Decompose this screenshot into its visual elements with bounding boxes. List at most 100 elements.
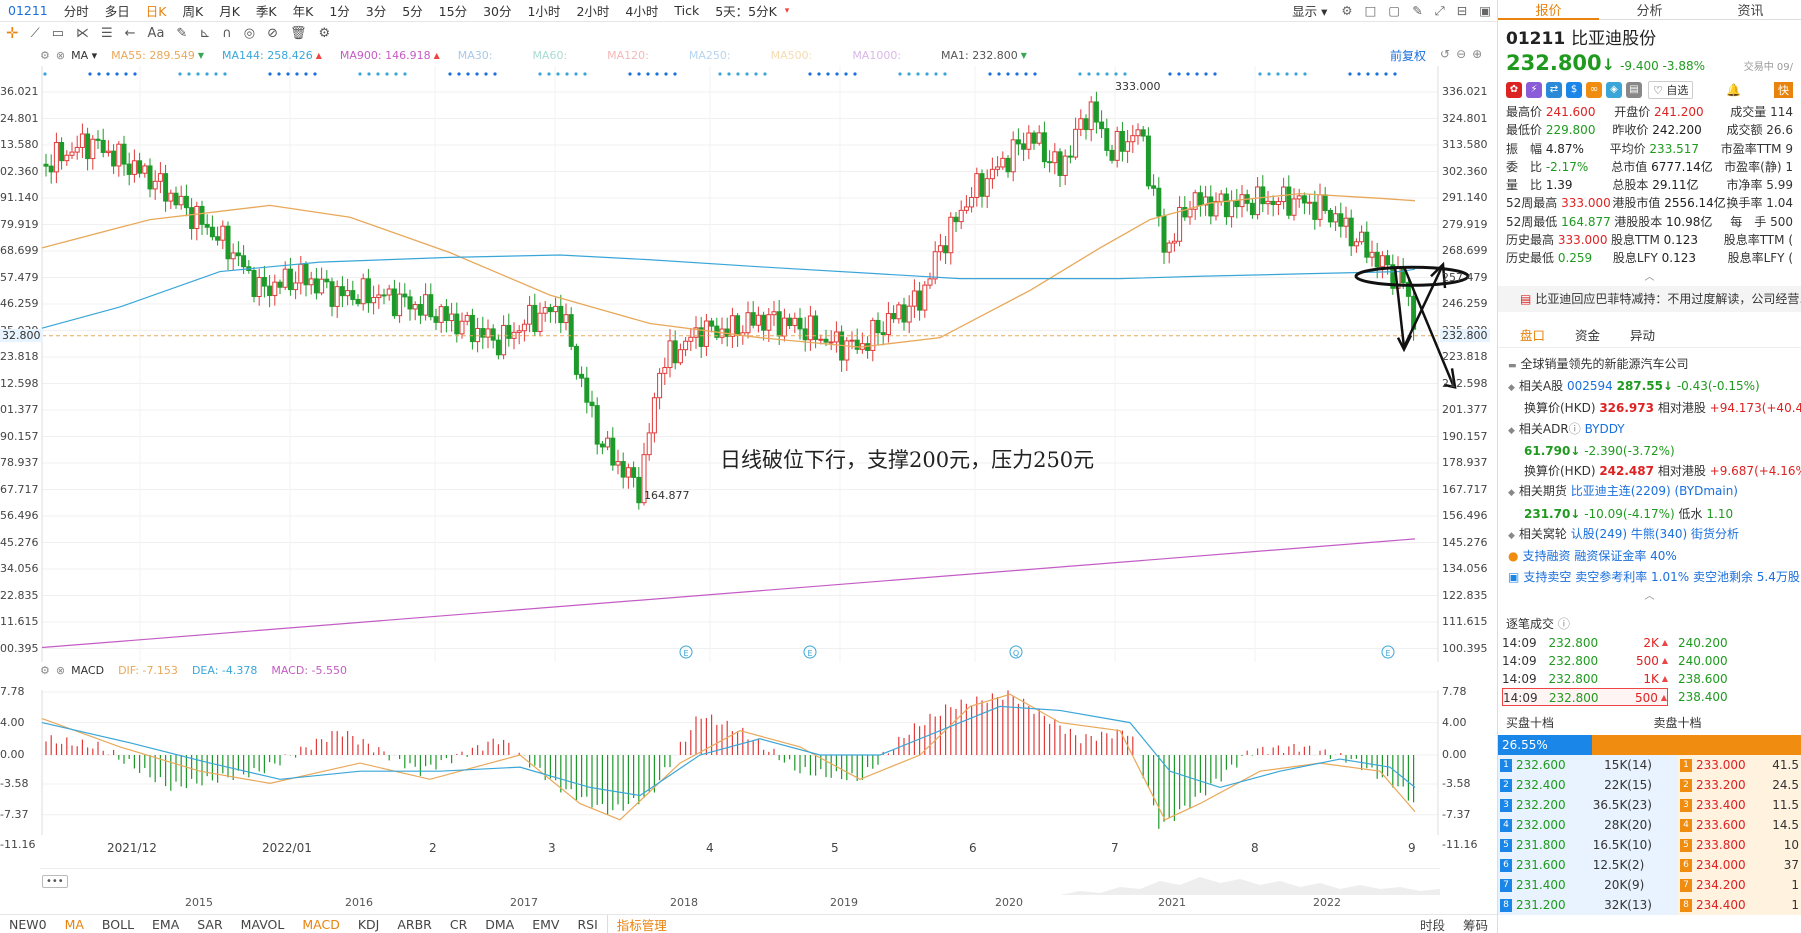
ask-level[interactable]: 1 233.000 41.5 [1678, 754, 1801, 775]
bell-icon[interactable]: 🔔 [1726, 83, 1741, 97]
quote-tab[interactable]: 分析 [1599, 0, 1700, 19]
period-tab[interactable]: 月K [211, 1, 248, 20]
window-icon[interactable]: ▣ [1473, 3, 1497, 18]
ma-indicator-name[interactable]: MA ▾ [71, 49, 97, 62]
expand-icon[interactable]: ⤢ [1429, 3, 1451, 19]
cbbc-link[interactable]: 牛熊(340) [1631, 527, 1687, 541]
connect-icon[interactable]: ⇄ [1546, 82, 1562, 98]
rect-tool-icon[interactable]: ▭ [46, 26, 70, 41]
period-tab[interactable]: 分时 [56, 1, 97, 20]
fib-tool-icon[interactable]: ☰ [95, 26, 119, 41]
watchlist-button[interactable]: ♡ 自选 [1648, 81, 1694, 99]
adr-code[interactable]: BYDDY [1585, 422, 1625, 436]
tag-icon[interactable]: ◈ [1606, 82, 1622, 98]
indicator-tab[interactable]: CR [441, 917, 476, 932]
detail-tab[interactable]: 异动 [1630, 325, 1655, 344]
period-tab[interactable]: 15分 [431, 1, 475, 20]
session-button[interactable]: 时段 [1411, 915, 1454, 933]
dollar-icon[interactable]: $ [1566, 82, 1582, 98]
period-tab[interactable]: 多日 [97, 1, 138, 20]
collapse-icon[interactable]: ︿ [1498, 587, 1801, 602]
bid-level[interactable]: 7 231.400 20K(9) [1498, 874, 1678, 895]
indicator-manage-button[interactable]: 指标管理 [606, 914, 676, 933]
indicator-tab[interactable]: DMA [476, 917, 523, 932]
bid-level[interactable]: 6 231.600 12.5K(2) [1498, 854, 1678, 875]
gear-icon[interactable]: ⚙ [1335, 3, 1358, 18]
range-navigator[interactable]: ••• 2015 2016 2017 2018 2019 2020 2021 2022 [40, 868, 1440, 909]
period-tab[interactable]: 年K [285, 1, 322, 20]
indicator-tab[interactable]: MAVOL [232, 917, 294, 932]
ask-level[interactable]: 4 233.600 14.5 [1678, 814, 1801, 835]
ask-level[interactable]: 8 234.400 1 [1678, 894, 1801, 915]
settings-icon[interactable]: ⚙ [40, 49, 50, 62]
period-tab[interactable]: 日K [138, 1, 175, 20]
indicator-tab[interactable]: BOLL [93, 917, 143, 932]
split-icon[interactable]: ⊟ [1451, 3, 1473, 18]
indicator-tab[interactable]: RSI [568, 917, 606, 932]
detail-tab[interactable]: 盘口 [1520, 325, 1545, 344]
more-icon[interactable]: ••• [42, 875, 68, 888]
crosshair-icon[interactable]: ✛ [0, 24, 25, 42]
period-tab[interactable]: 周K [175, 1, 212, 20]
ask-level[interactable]: 5 233.800 10 [1678, 834, 1801, 855]
period-tab[interactable]: 1小时 [519, 1, 568, 20]
ask-level[interactable]: 7 234.200 1 [1678, 874, 1801, 895]
camera-icon[interactable]: ▢ [1382, 3, 1406, 18]
bid-level[interactable]: 2 232.400 22K(15) [1498, 774, 1678, 795]
outstanding-link[interactable]: 街货分析 [1691, 527, 1739, 541]
indicator-tab[interactable]: EMA [143, 917, 188, 932]
chips-button[interactable]: 筹码 [1454, 915, 1497, 933]
settings-icon[interactable]: ⚙ [313, 26, 337, 41]
news-banner[interactable]: ▤ 比亚迪回应巴菲特减持：不用过度解读，公司经营… [1498, 285, 1801, 312]
price-chart[interactable]: EEQE [0, 62, 1497, 662]
line-tool-icon[interactable]: ⟋ [25, 26, 46, 41]
link-icon[interactable]: ∞ [1586, 82, 1602, 98]
period-tab[interactable]: 3分 [358, 1, 394, 20]
plus-icon[interactable]: ⊕ [1472, 47, 1482, 61]
period-tab[interactable]: 季K [248, 1, 285, 20]
bid-level[interactable]: 3 232.200 36.5K(23) [1498, 794, 1678, 815]
magnet-icon[interactable]: ∩ [216, 26, 238, 41]
ask-level[interactable]: 2 233.200 24.5 [1678, 774, 1801, 795]
indicator-tab[interactable]: ARBR [388, 917, 441, 932]
undo-icon[interactable]: ↺ [1440, 47, 1450, 61]
collapse-icon[interactable]: ︿ [1498, 268, 1801, 283]
bid-level[interactable]: 8 231.200 32K(13) [1498, 894, 1678, 915]
quote-tab[interactable]: 资讯 [1700, 0, 1801, 19]
bid-level[interactable]: 5 231.800 16.5K(10) [1498, 834, 1678, 855]
indicator-tab[interactable]: EMV [523, 917, 568, 932]
period-tab[interactable]: 5分 [394, 1, 430, 20]
period-tab[interactable]: Tick [666, 3, 707, 18]
period-tab[interactable]: 5天：5分K [707, 1, 785, 20]
margin-icon[interactable]: ⚡ [1526, 82, 1542, 98]
indicator-tab[interactable]: KDJ [349, 917, 389, 932]
bid-level[interactable]: 1 232.600 15K(14) [1498, 754, 1678, 775]
close-icon[interactable]: ⊗ [56, 664, 65, 677]
eye-icon[interactable]: ◎ [238, 26, 261, 41]
futures-code[interactable]: (BYDmain) [1675, 484, 1739, 498]
text-tool-icon[interactable]: Aa [142, 26, 171, 41]
hide-icon[interactable]: ⊘ [261, 26, 284, 41]
futures-name[interactable]: 比亚迪主连(2209) [1571, 484, 1671, 498]
period-tab[interactable]: 2小时 [568, 1, 617, 20]
indicator-tab[interactable]: SAR [188, 917, 231, 932]
layout-icon[interactable]: □ [1359, 3, 1383, 18]
help-icon[interactable]: ⓘ [1569, 422, 1581, 436]
period-tab[interactable]: 30分 [475, 1, 519, 20]
indicator-tab[interactable]: MA [56, 917, 93, 932]
indicator-tab[interactable]: MACD [293, 917, 348, 932]
quote-tab[interactable]: 报价 [1498, 0, 1599, 20]
brush-tool-icon[interactable]: ✎ [170, 26, 193, 41]
doc-icon[interactable]: ▤ [1626, 82, 1642, 98]
ask-level[interactable]: 3 233.400 11.5 [1678, 794, 1801, 815]
arrow-tool-icon[interactable]: ← [119, 26, 142, 41]
trash-icon[interactable]: 🗑 [284, 26, 313, 41]
stock-code[interactable]: 01211 [0, 3, 56, 18]
warrant-link[interactable]: 认股(249) [1571, 527, 1627, 541]
close-icon[interactable]: ⊗ [56, 49, 65, 62]
fork-tool-icon[interactable]: ⋉ [70, 26, 95, 41]
macd-name[interactable]: MACD [71, 664, 104, 677]
bid-level[interactable]: 4 232.000 28K(20) [1498, 814, 1678, 835]
a-share-code[interactable]: 002594 [1567, 379, 1613, 393]
period-tab[interactable]: 4小时 [617, 1, 666, 20]
